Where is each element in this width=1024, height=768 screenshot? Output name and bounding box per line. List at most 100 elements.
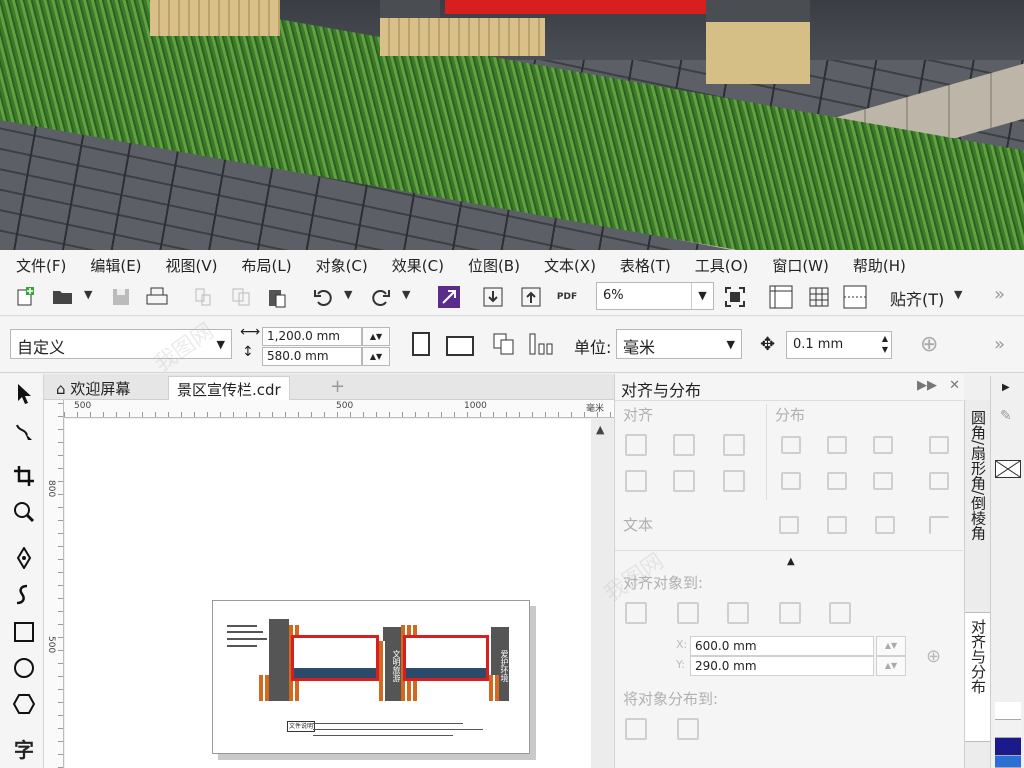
docker-close-button[interactable]: ✕: [949, 378, 960, 393]
pick-tool-icon[interactable]: [10, 380, 38, 408]
tab-align-distribute[interactable]: 对齐与分布: [965, 612, 991, 742]
align-horizontal-center-icon[interactable]: [673, 434, 695, 456]
distribute-spacing-v-icon[interactable]: [873, 472, 893, 490]
page-width-spinner[interactable]: ▲▼: [362, 327, 390, 346]
menu-help[interactable]: 帮助(H): [853, 254, 906, 278]
zoom-dropdown-chevron-icon[interactable]: ▼: [691, 283, 713, 309]
menu-object[interactable]: 对象(C): [316, 254, 368, 278]
add-preset-icon[interactable]: ⊕: [920, 332, 938, 357]
page-size-preset-select[interactable]: 自定义 ▼: [10, 329, 232, 359]
align-to-grid-icon[interactable]: [779, 602, 801, 624]
print-icon[interactable]: [144, 284, 170, 310]
redo-icon[interactable]: [368, 284, 394, 310]
full-screen-preview-icon[interactable]: [722, 284, 748, 310]
artistic-media-tool-icon[interactable]: [10, 580, 38, 608]
undo-dropdown-chevron-icon[interactable]: ▼: [344, 288, 352, 301]
show-grid-icon[interactable]: [806, 284, 832, 310]
no-color-swatch[interactable]: [995, 460, 1021, 478]
open-dropdown-chevron-icon[interactable]: ▼: [84, 288, 92, 301]
color-swatch-white[interactable]: [995, 702, 1021, 720]
all-pages-icon[interactable]: [492, 332, 516, 356]
landscape-orientation-icon[interactable]: [446, 336, 474, 356]
align-bottom-icon[interactable]: [723, 470, 745, 492]
snap-to-button[interactable]: 贴齐(T): [890, 286, 944, 310]
align-to-page-center-icon[interactable]: [727, 602, 749, 624]
preset-dropdown-chevron-icon[interactable]: ▼: [217, 338, 225, 351]
menu-view[interactable]: 视图(V): [166, 254, 218, 278]
align-left-icon[interactable]: [625, 434, 647, 456]
page-width-input[interactable]: 1,200.0 mm: [262, 327, 362, 346]
show-rulers-icon[interactable]: [768, 284, 794, 310]
new-tab-button[interactable]: +: [322, 376, 353, 400]
align-vertical-center-icon[interactable]: [673, 470, 695, 492]
polygon-tool-icon[interactable]: [10, 690, 38, 718]
propbar-overflow-button[interactable]: »: [994, 334, 1005, 355]
scroll-up-chevron-icon[interactable]: ▲: [596, 423, 604, 436]
save-icon[interactable]: [108, 284, 134, 310]
distribute-right-icon[interactable]: [929, 436, 949, 454]
copy-icon[interactable]: [228, 284, 254, 310]
distribute-to-page-icon[interactable]: [677, 718, 699, 740]
ellipse-tool-icon[interactable]: [10, 654, 38, 682]
color-swatch-light-gray[interactable]: [995, 720, 1021, 738]
distribute-center-v-icon[interactable]: [827, 472, 847, 490]
text-outline-icon[interactable]: [929, 516, 949, 534]
horizontal-ruler[interactable]: 500 500 1000 毫米: [64, 400, 614, 418]
import-icon[interactable]: [480, 284, 506, 310]
tab-fillet-scallop-chamfer[interactable]: 圆角/扇形角/倒棱角: [965, 404, 991, 604]
document-page[interactable]: 文明旅游 爱护环境 文件说明: [212, 600, 530, 754]
menu-bitmaps[interactable]: 位图(B): [468, 254, 520, 278]
portrait-orientation-icon[interactable]: [412, 332, 430, 356]
show-guidelines-icon[interactable]: [842, 284, 868, 310]
undo-icon[interactable]: [310, 284, 336, 310]
align-to-active-object-icon[interactable]: [625, 602, 647, 624]
menu-effects[interactable]: 效果(C): [392, 254, 444, 278]
tab-welcome-screen[interactable]: ⌂ 欢迎屏幕: [48, 376, 138, 400]
menu-table[interactable]: 表格(T): [620, 254, 671, 278]
menu-layout[interactable]: 布局(L): [242, 254, 292, 278]
distribute-center-h-icon[interactable]: [827, 436, 847, 454]
color-swatch-blue[interactable]: [995, 756, 1021, 768]
shape-tool-icon[interactable]: [10, 418, 38, 446]
freehand-tool-icon[interactable]: [10, 544, 38, 572]
search-content-icon[interactable]: [436, 284, 462, 310]
paste-icon[interactable]: [264, 284, 290, 310]
units-select[interactable]: 毫米 ▼: [616, 329, 742, 359]
cut-icon[interactable]: [190, 284, 216, 310]
menu-tools[interactable]: 工具(O): [695, 254, 749, 278]
vertical-ruler[interactable]: 800 500: [44, 400, 64, 768]
nudge-distance-input[interactable]: 0.1 mm ▲ ▼: [786, 331, 892, 359]
nudge-spinner[interactable]: ▲ ▼: [882, 333, 888, 355]
target-point-icon[interactable]: ⊕: [926, 646, 941, 667]
align-right-icon[interactable]: [723, 434, 745, 456]
distribute-to-selection-icon[interactable]: [625, 718, 647, 740]
text-first-baseline-icon[interactable]: [779, 516, 799, 534]
y-coordinate-spinner[interactable]: ▲▼: [876, 656, 906, 676]
text-last-baseline-icon[interactable]: [827, 516, 847, 534]
y-coordinate-input[interactable]: 290.0 mm: [690, 656, 874, 676]
rectangle-tool-icon[interactable]: [10, 618, 38, 646]
distribute-left-icon[interactable]: [781, 436, 801, 454]
distribute-bottom-icon[interactable]: [929, 472, 949, 490]
current-page-icon[interactable]: [528, 332, 554, 356]
text-tool-icon[interactable]: 字: [10, 734, 38, 762]
zoom-level-select[interactable]: 6% ▼: [596, 282, 714, 310]
new-document-icon[interactable]: [12, 284, 38, 310]
menu-edit[interactable]: 编辑(E): [90, 254, 141, 278]
text-bounding-box-icon[interactable]: [875, 516, 895, 534]
align-to-page-edge-icon[interactable]: [677, 602, 699, 624]
color-swatch-navy[interactable]: [995, 738, 1021, 756]
redo-dropdown-chevron-icon[interactable]: ▼: [402, 288, 410, 301]
palette-scroll-right-icon[interactable]: ▶: [1002, 382, 1010, 393]
menu-text[interactable]: 文本(X): [544, 254, 596, 278]
menu-window[interactable]: 窗口(W): [772, 254, 829, 278]
distribute-spacing-h-icon[interactable]: [873, 436, 893, 454]
units-dropdown-chevron-icon[interactable]: ▼: [727, 338, 735, 351]
zoom-tool-icon[interactable]: [10, 498, 38, 526]
export-icon[interactable]: [518, 284, 544, 310]
eyedropper-icon[interactable]: ✎: [1000, 408, 1012, 424]
x-coordinate-spinner[interactable]: ▲▼: [876, 636, 906, 656]
align-to-point-icon[interactable]: [829, 602, 851, 624]
collapse-section-chevron-icon[interactable]: ▲: [787, 556, 795, 567]
publish-pdf-icon[interactable]: PDF: [554, 284, 580, 310]
